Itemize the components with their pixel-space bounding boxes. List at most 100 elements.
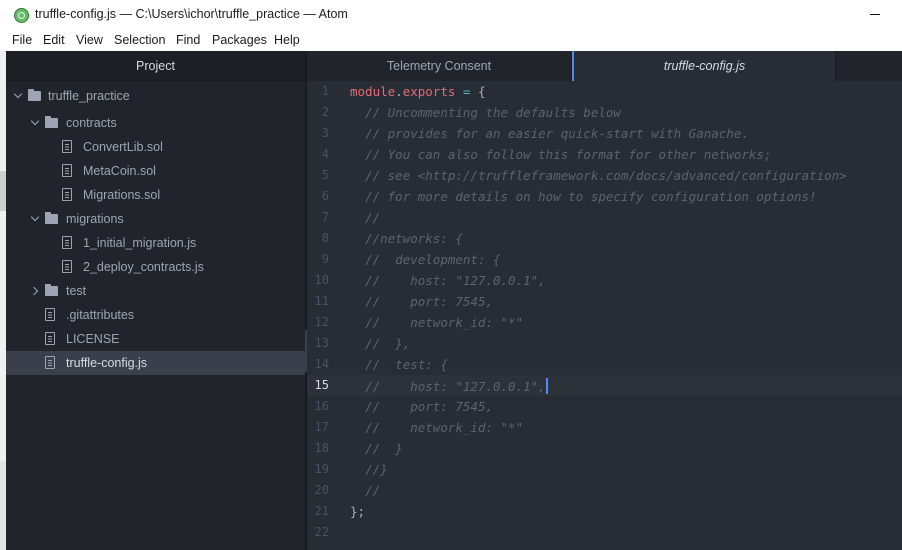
tree-item-migrations[interactable]: migrations <box>6 207 305 231</box>
menu-packages[interactable]: Packages <box>212 33 267 47</box>
chevron-down-icon[interactable] <box>31 119 39 127</box>
code-text: // }, <box>365 336 411 351</box>
line-number: 14 <box>314 357 329 371</box>
code-line[interactable]: 5 // see <http://truffleframework.com/do… <box>307 165 902 186</box>
code-line[interactable]: 21}; <box>307 501 902 522</box>
code-line[interactable]: 4 // You can also follow this format for… <box>307 144 902 165</box>
code-text: // <box>365 210 381 225</box>
menu-help[interactable]: Help <box>274 33 300 47</box>
tree-item-label: truffle_practice <box>48 89 130 103</box>
line-number: 20 <box>314 483 329 497</box>
tree-item-contracts[interactable]: contracts <box>6 111 305 135</box>
line-number: 16 <box>314 399 329 413</box>
tree-item-label: 2_deploy_contracts.js <box>83 260 204 274</box>
tree-view-header: Project <box>6 51 305 81</box>
code-line[interactable]: 12 // network_id: "*" <box>307 312 902 333</box>
tree-item-truffle-config[interactable]: truffle-config.js <box>6 351 305 375</box>
code-line[interactable]: 11 // port: 7545, <box>307 291 902 312</box>
code-text: // test: { <box>365 357 448 372</box>
code-line[interactable]: 19 //} <box>307 459 902 480</box>
code-line[interactable]: 6 // for more details on how to specify … <box>307 186 902 207</box>
menu-find[interactable]: Find <box>176 33 200 47</box>
file-icon <box>45 308 55 321</box>
code-editor[interactable]: 1 module.exports = { 2 // Uncommenting the… <box>307 81 902 550</box>
line-number: 19 <box>314 462 329 476</box>
line-number: 22 <box>314 525 329 539</box>
tree-item-truffle-practice[interactable]: truffle_practice <box>6 84 305 108</box>
code-line[interactable]: 15 // host: "127.0.0.1", <box>307 375 902 396</box>
tab-bar: Telemetry Consent truffle-config.js <box>307 51 902 81</box>
file-icon <box>62 260 72 273</box>
tab-telemetry-consent[interactable]: Telemetry Consent <box>307 51 572 81</box>
tree-item-label: truffle-config.js <box>66 356 148 370</box>
line-number: 6 <box>321 189 329 203</box>
menu-edit[interactable]: Edit <box>43 33 65 47</box>
code-line[interactable]: 8 //networks: { <box>307 228 902 249</box>
code-line[interactable]: 13 // }, <box>307 333 902 354</box>
line-number: 2 <box>321 105 329 119</box>
code-line[interactable]: 7 // <box>307 207 902 228</box>
code-text: // port: 7545, <box>365 294 493 309</box>
folder-icon <box>45 284 58 296</box>
tree-item-gitattributes[interactable]: .gitattributes <box>6 303 305 327</box>
code-line[interactable]: 10 // host: "127.0.0.1", <box>307 270 902 291</box>
line-number: 8 <box>321 231 329 245</box>
menu-bar: File Edit View Selection Find Packages H… <box>0 30 902 51</box>
file-icon <box>62 188 72 201</box>
tree-item-metacoin[interactable]: MetaCoin.sol <box>6 159 305 183</box>
chevron-down-icon[interactable] <box>14 92 22 100</box>
chevron-right-icon[interactable] <box>31 287 39 295</box>
tree-item-deploy-contracts[interactable]: 2_deploy_contracts.js <box>6 255 305 279</box>
code-text: module.exports = { <box>350 84 486 99</box>
code-line[interactable]: 1 module.exports = { <box>307 81 902 102</box>
line-number: 5 <box>321 168 329 182</box>
folder-icon <box>45 116 58 128</box>
line-number: 7 <box>321 210 329 224</box>
code-line[interactable]: 18 // } <box>307 438 902 459</box>
tree-item-license[interactable]: LICENSE <box>6 327 305 351</box>
line-number: 10 <box>314 273 329 287</box>
file-icon <box>62 236 72 249</box>
code-text: // see <http://truffleframework.com/docs… <box>365 168 847 183</box>
tree-view-title: Project <box>136 59 175 73</box>
file-icon <box>45 332 55 345</box>
line-number: 9 <box>321 252 329 266</box>
code-line[interactable]: 22 <box>307 522 902 543</box>
code-line[interactable]: 20 // <box>307 480 902 501</box>
menu-selection[interactable]: Selection <box>114 33 165 47</box>
tree-item-test[interactable]: test <box>6 279 305 303</box>
folder-icon <box>45 212 58 224</box>
code-text: // provides for an easier quick-start wi… <box>365 126 749 141</box>
code-text: // network_id: "*" <box>365 420 524 435</box>
line-number: 3 <box>321 126 329 140</box>
line-number: 1 <box>321 84 329 98</box>
code-line[interactable]: 16 // port: 7545, <box>307 396 902 417</box>
tree-item-initial-migration[interactable]: 1_initial_migration.js <box>6 231 305 255</box>
code-text: // host: "127.0.0.1", <box>365 273 546 288</box>
code-line[interactable]: 2 // Uncommenting the defaults below <box>307 102 902 123</box>
code-line[interactable]: 17 // network_id: "*" <box>307 417 902 438</box>
folder-icon <box>28 89 41 101</box>
code-text: // for more details on how to specify co… <box>365 189 817 204</box>
tree-item-label: LICENSE <box>66 332 120 346</box>
atom-logo-icon <box>14 8 29 23</box>
minimize-button[interactable] <box>862 2 890 26</box>
line-number: 12 <box>314 315 329 329</box>
code-line[interactable]: 9 // development: { <box>307 249 902 270</box>
file-icon <box>62 164 72 177</box>
line-number: 11 <box>314 294 329 308</box>
code-line[interactable]: 14 // test: { <box>307 354 902 375</box>
tree-item-convertlib[interactable]: ConvertLib.sol <box>6 135 305 159</box>
tab-truffle-config[interactable]: truffle-config.js <box>572 51 835 81</box>
tree-item-migrations-sol[interactable]: Migrations.sol <box>6 183 305 207</box>
file-icon <box>45 356 55 369</box>
menu-view[interactable]: View <box>76 33 103 47</box>
tree-item-label: test <box>66 284 87 298</box>
code-line[interactable]: 3 // provides for an easier quick-start … <box>307 123 902 144</box>
line-number: 18 <box>314 441 329 455</box>
chevron-down-icon[interactable] <box>31 215 39 223</box>
code-text: // network_id: "*" <box>365 315 524 330</box>
menu-file[interactable]: File <box>12 33 32 47</box>
title-bar: truffle-config.js — C:\Users\ichor\truff… <box>0 0 902 30</box>
line-number: 13 <box>314 336 329 350</box>
